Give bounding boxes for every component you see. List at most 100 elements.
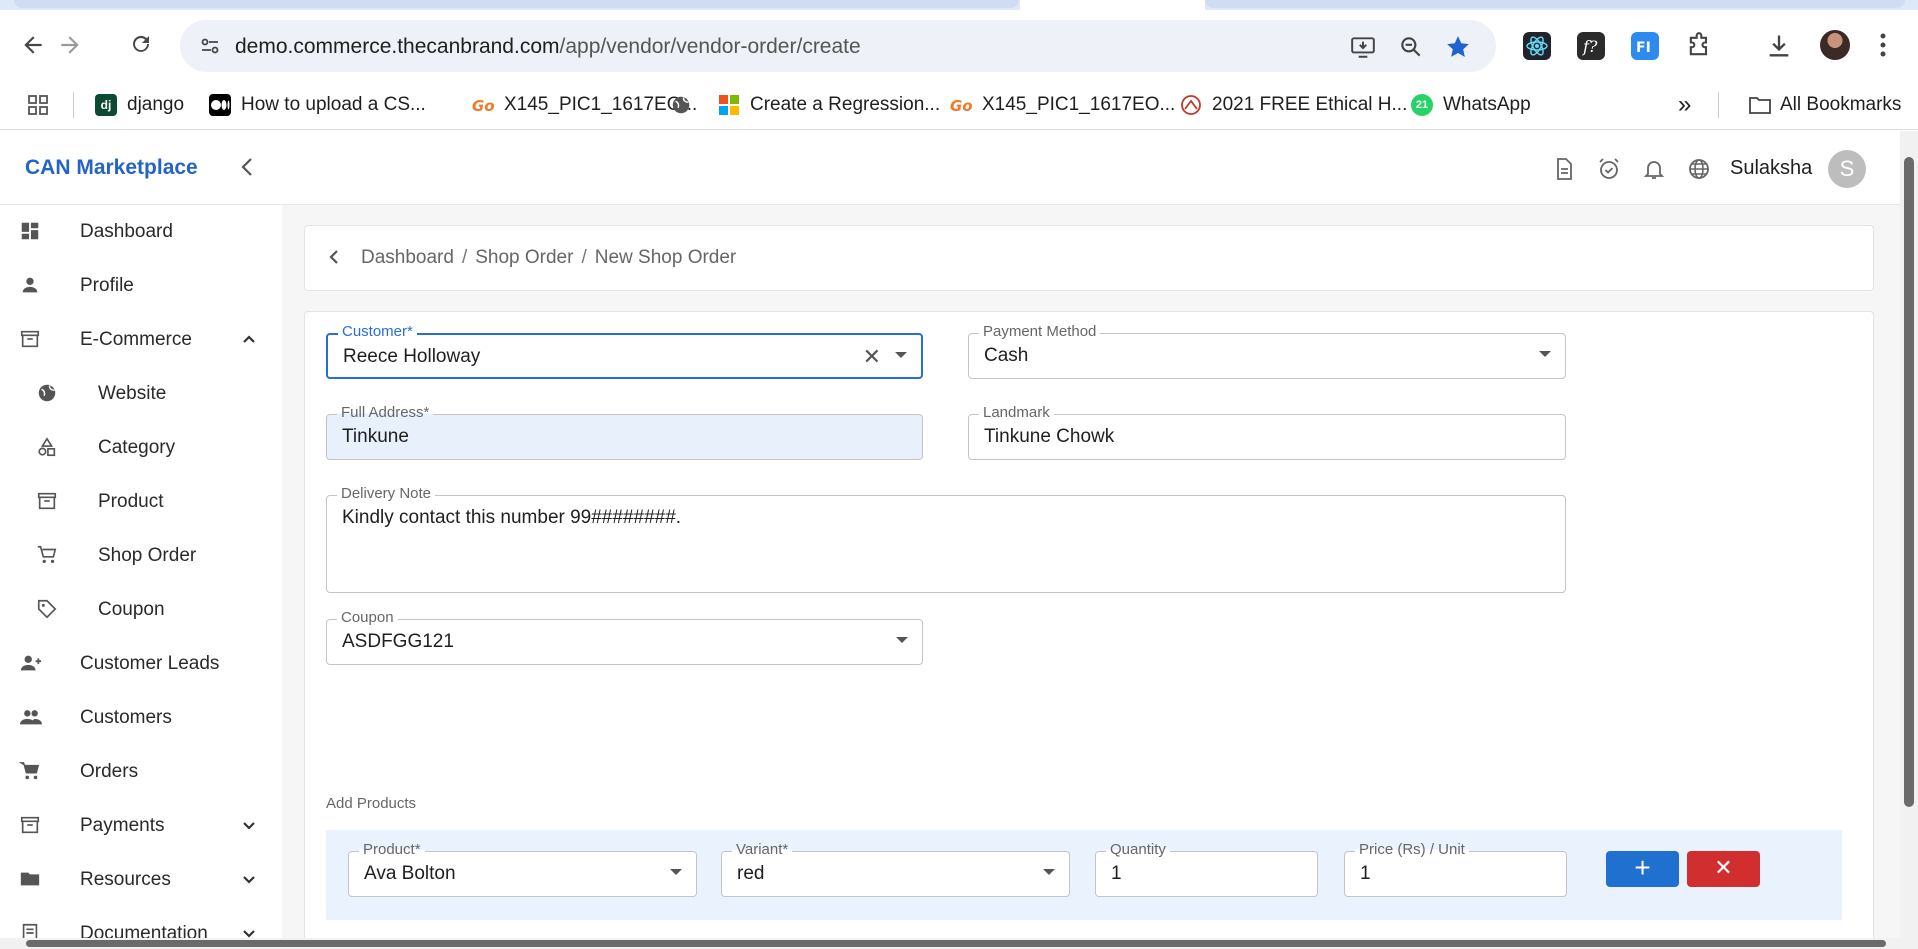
url-text[interactable]: demo.commerce.thecanbrand.com/app/vendor… <box>235 35 861 59</box>
remove-product-button[interactable]: ✕ <box>1687 851 1760 887</box>
sidebar-item-label: Website <box>98 383 167 404</box>
product-label: Product* <box>359 841 425 858</box>
browser-toolbar: demo.commerce.thecanbrand.com/app/vendor… <box>0 10 1918 80</box>
all-bookmarks-button[interactable]: All Bookmarks <box>1748 90 1901 120</box>
bookmark-x145-b[interactable]: Go X145_PIC1_1617EO... <box>950 90 1175 120</box>
chevron-up-icon[interactable] <box>240 330 258 348</box>
forward-arrow-icon[interactable] <box>57 32 83 58</box>
bookmark-whatsapp[interactable]: 21 WhatsApp <box>1411 90 1531 120</box>
chevron-down-icon[interactable] <box>240 924 258 938</box>
browser-tab[interactable] <box>14 0 1019 8</box>
sidebar-item-website[interactable]: Website <box>0 367 282 421</box>
sidebar-item-label: Documentation <box>80 923 208 938</box>
sidebar-item-dashboard[interactable]: Dashboard <box>0 205 282 259</box>
install-app-icon[interactable] <box>1350 34 1376 60</box>
bookmark-star-icon[interactable] <box>1445 34 1471 60</box>
avatar[interactable]: S <box>1828 150 1866 188</box>
full-address-input[interactable]: Full Address* Tinkune <box>326 404 923 460</box>
downloads-icon[interactable] <box>1765 32 1793 60</box>
browser-tab-active[interactable] <box>1020 0 1205 10</box>
notification-bell-icon[interactable] <box>1642 157 1666 181</box>
apps-grid-icon[interactable] <box>26 90 50 120</box>
react-devtools-icon[interactable] <box>1523 32 1551 60</box>
user-name[interactable]: Sulaksha <box>1730 157 1812 180</box>
breadcrumb-dashboard[interactable]: Dashboard <box>361 247 454 268</box>
breadcrumb-new-shop-order: New Shop Order <box>594 247 737 268</box>
language-globe-icon[interactable] <box>1687 157 1711 181</box>
reload-icon[interactable] <box>128 32 154 58</box>
payment-method-select[interactable]: Payment Method Cash <box>968 323 1566 379</box>
sidebar-item-customer-leads[interactable]: Customer Leads <box>0 637 282 691</box>
quantity-input[interactable]: Quantity 1 <box>1095 841 1318 897</box>
sidebar-item-category[interactable]: Category <box>0 421 282 475</box>
landmark-input[interactable]: Landmark Tinkune Chowk <box>968 404 1566 460</box>
dropdown-arrow-icon[interactable] <box>1539 351 1551 357</box>
breadcrumb-shop-order[interactable]: Shop Order <box>475 247 573 268</box>
sidebar-item-product[interactable]: Product <box>0 475 282 529</box>
zoom-icon[interactable] <box>1398 34 1424 60</box>
sidebar-item-customers[interactable]: Customers <box>0 691 282 745</box>
alarm-clock-icon[interactable] <box>1597 157 1621 181</box>
scrollbar-thumb[interactable] <box>1904 157 1914 807</box>
brand-title[interactable]: CAN Marketplace <box>25 156 198 180</box>
sidebar-item-documentation[interactable]: Documentation <box>0 907 282 938</box>
sidebar-item-profile[interactable]: Profile <box>0 259 282 313</box>
bookmark-regression[interactable]: Create a Regression... <box>718 90 940 120</box>
svg-text:Go: Go <box>472 97 494 115</box>
coupon-select[interactable]: Coupon ASDFGG121 <box>326 609 923 665</box>
payment-method-label: Payment Method <box>979 323 1101 340</box>
add-product-button[interactable]: + <box>1606 851 1679 887</box>
vertical-scrollbar[interactable] <box>1900 131 1918 938</box>
quantity-label: Quantity <box>1106 841 1170 858</box>
site-settings-icon[interactable] <box>198 34 222 58</box>
sidebar-item-label: Customers <box>80 707 172 728</box>
scrollbar-thumb[interactable] <box>26 940 1886 947</box>
sidebar-item-payments[interactable]: Payments <box>0 799 282 853</box>
chevron-down-icon[interactable] <box>240 816 258 834</box>
fi-extension-icon[interactable]: FI <box>1631 32 1659 60</box>
sidebar-item-orders[interactable]: Orders <box>0 745 282 799</box>
sidebar-item-resources[interactable]: Resources <box>0 853 282 907</box>
bookmark-x145-a[interactable]: Go X145_PIC1_1617EO... <box>472 90 697 120</box>
address-bar[interactable]: demo.commerce.thecanbrand.com/app/vendor… <box>180 20 1496 72</box>
dropdown-arrow-icon[interactable] <box>1043 869 1055 875</box>
document-icon[interactable] <box>1552 157 1576 181</box>
dashboard-icon <box>19 220 41 242</box>
collapse-sidebar-icon[interactable] <box>240 155 254 186</box>
browser-menu-icon[interactable] <box>1880 32 1886 58</box>
bookmark-medium[interactable]: How to upload a CS... <box>209 90 426 120</box>
bookmark-django[interactable]: dj django <box>95 90 184 120</box>
globe-icon <box>36 382 58 404</box>
horizontal-scrollbar[interactable] <box>0 938 1918 949</box>
all-bookmarks-label: All Bookmarks <box>1780 94 1902 115</box>
sidebar-item-label: Category <box>98 437 176 458</box>
whatsapp-icon: 21 <box>1411 94 1433 116</box>
dropdown-arrow-icon[interactable] <box>670 869 682 875</box>
browser-profile-avatar[interactable] <box>1820 30 1850 60</box>
sidebar-item-shop-order[interactable]: Shop Order <box>0 529 282 583</box>
more-bookmarks-button[interactable]: » <box>1678 90 1691 120</box>
bookmark-globe[interactable] <box>670 90 692 120</box>
sidebar-item-coupon[interactable]: Coupon <box>0 583 282 637</box>
people-icon <box>19 706 42 728</box>
dropdown-arrow-icon[interactable] <box>895 352 907 358</box>
sidebar-item-ecommerce[interactable]: E-Commerce <box>0 313 282 367</box>
price-value: 1 <box>1360 863 1371 884</box>
sidebar-item-label: Shop Order <box>98 545 197 566</box>
back-arrow-icon[interactable] <box>20 32 46 58</box>
formula-extension-icon[interactable]: f? <box>1577 32 1605 60</box>
extensions-puzzle-icon[interactable] <box>1685 32 1713 60</box>
customer-select[interactable]: Customer* Reece Holloway ✕ <box>326 323 923 379</box>
document-icon <box>19 922 41 938</box>
chevron-down-icon[interactable] <box>240 870 258 888</box>
back-chevron-icon[interactable] <box>323 246 345 268</box>
clear-icon[interactable]: ✕ <box>863 346 881 368</box>
dropdown-arrow-icon[interactable] <box>896 637 908 643</box>
browser-tab[interactable] <box>1205 0 1905 8</box>
delivery-note-textarea[interactable]: Delivery Note Kindly contact this number… <box>326 485 1566 593</box>
variant-select[interactable]: Variant* red <box>721 841 1070 897</box>
product-select[interactable]: Product* Ava Bolton <box>348 841 697 897</box>
breadcrumb-separator: / <box>461 247 468 268</box>
bookmark-ethical-hacking[interactable]: 2021 FREE Ethical H... <box>1180 90 1407 120</box>
price-input[interactable]: Price (Rs) / Unit 1 <box>1344 841 1567 897</box>
